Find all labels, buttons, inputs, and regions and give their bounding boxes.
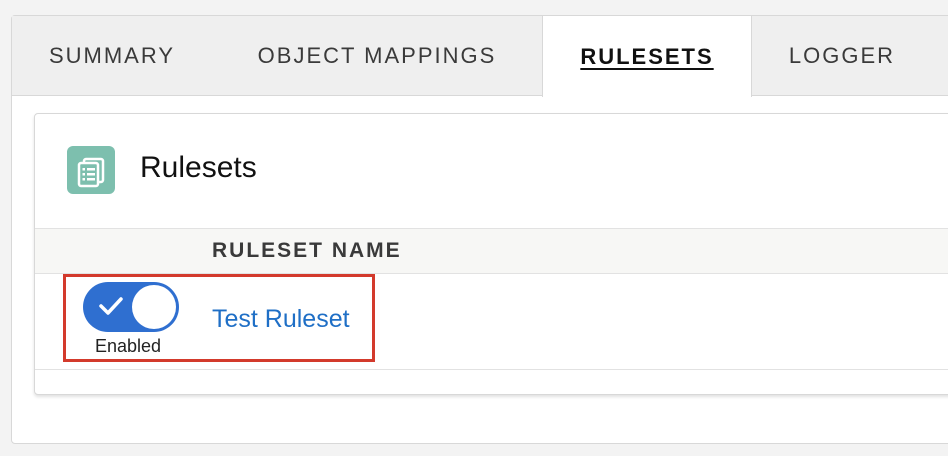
tab-bar: SUMMARY OBJECT MAPPINGS RULESETS LOGGER xyxy=(12,16,948,97)
toggle-status-label: Enabled xyxy=(95,336,162,356)
tab-summary[interactable]: SUMMARY xyxy=(12,16,212,96)
toggle-knob xyxy=(132,285,176,329)
card-title: Rulesets xyxy=(140,151,257,184)
tab-rulesets-label: RULESETS xyxy=(580,43,714,69)
tab-summary-label: SUMMARY xyxy=(48,43,176,68)
rulesets-card: Rulesets RULESET NAME Enabled Test Rules… xyxy=(34,113,948,395)
tab-logger-label: LOGGER xyxy=(788,43,896,68)
table-header: RULESET NAME xyxy=(35,228,948,274)
tab-object-mappings[interactable]: OBJECT MAPPINGS xyxy=(212,16,542,96)
check-icon xyxy=(99,297,123,315)
list-document-icon xyxy=(67,146,115,194)
enabled-toggle[interactable] xyxy=(83,282,179,332)
tab-rulesets[interactable]: RULESETS xyxy=(542,16,752,97)
table-row: Enabled Test Ruleset xyxy=(35,274,948,370)
tab-object-mappings-label: OBJECT MAPPINGS xyxy=(257,43,497,68)
tab-logger[interactable]: LOGGER xyxy=(752,16,932,96)
card-header: Rulesets xyxy=(35,114,948,228)
ruleset-name-link[interactable]: Test Ruleset xyxy=(212,305,350,334)
column-header-ruleset-name: RULESET NAME xyxy=(212,239,402,262)
enabled-toggle-group: Enabled xyxy=(83,282,179,358)
